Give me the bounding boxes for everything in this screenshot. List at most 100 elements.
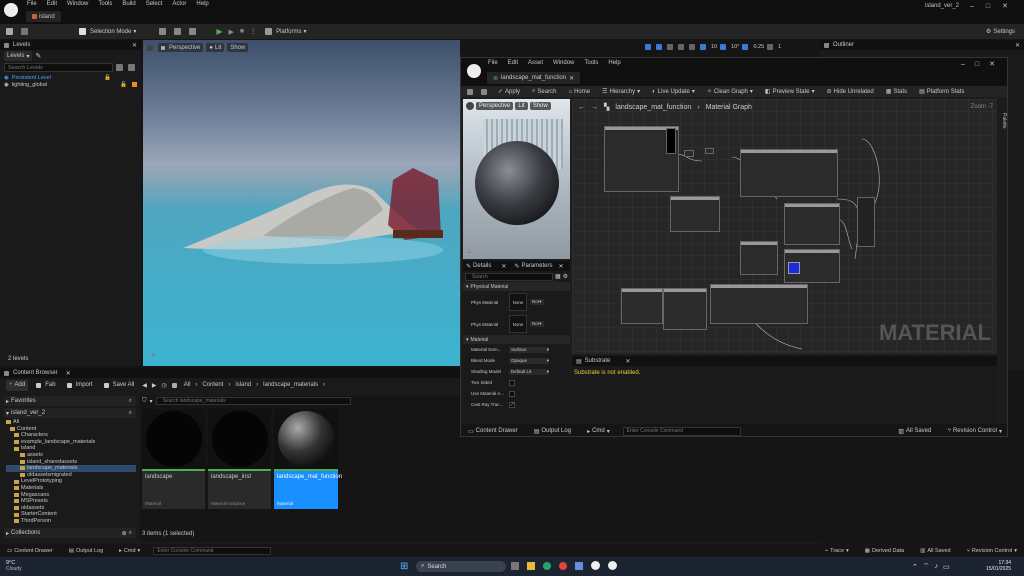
tree-item[interactable]: assets [6, 452, 136, 459]
grid-snap-value[interactable]: 10 [711, 44, 717, 50]
unreal-editor-taskbar-icon[interactable] [608, 561, 617, 570]
browse-icon[interactable] [481, 88, 487, 95]
console-input[interactable] [622, 426, 741, 436]
close-icon[interactable]: ✕ [501, 263, 506, 270]
save-icon[interactable] [467, 88, 473, 95]
revision-control-button[interactable]: ⑂ Revision Control ▾ [944, 426, 1005, 436]
camera-speed-value[interactable]: 1 [778, 44, 781, 50]
tree-item[interactable]: Megascans [6, 492, 136, 499]
level-viewport[interactable]: Perspective ● Lit Show ⊥ [143, 40, 460, 366]
apply-button[interactable]: ✓ Apply [495, 87, 523, 97]
lock-icon[interactable]: 🔓 [104, 75, 111, 82]
lock-icon[interactable]: 🔓 [120, 82, 127, 89]
clean-graph-button[interactable]: ✧ Clean Graph ▾ [704, 87, 756, 97]
two-sided-checkbox[interactable] [509, 379, 515, 386]
camera-speed-icon[interactable] [767, 44, 774, 50]
step-icon[interactable]: ▶ [229, 28, 234, 36]
viewport-menu-icon[interactable] [466, 102, 474, 110]
filter-icon[interactable]: ⛉ [142, 398, 147, 405]
save-all-button[interactable]: Save All [101, 380, 138, 390]
blueprint-icon[interactable] [174, 28, 182, 35]
tree-item[interactable]: Content [6, 426, 136, 433]
graph-node-group[interactable] [740, 149, 838, 197]
fab-button[interactable]: Fab [33, 380, 58, 390]
asset-tile[interactable]: landscape_inst Material Instance [208, 409, 271, 509]
me-menu-file[interactable]: File [488, 60, 498, 66]
search-icon[interactable]: ⌕ [129, 530, 132, 537]
settings-icon[interactable] [128, 64, 135, 71]
cmd-dropdown[interactable]: ▸ Cmd ▾ [584, 426, 613, 436]
edge-icon[interactable] [543, 561, 551, 570]
back-icon[interactable]: ◀ [142, 382, 147, 389]
chrome-icon[interactable] [559, 561, 567, 570]
content-drawer-button[interactable]: ▭ Content Drawer [4, 546, 56, 556]
tree-item[interactable]: Materials [6, 485, 136, 492]
battery-icon[interactable]: ▭ [943, 563, 950, 571]
tree-item[interactable]: island_sharedassets [6, 459, 136, 466]
history-icon[interactable]: ◷ [162, 382, 167, 389]
scale-icon[interactable] [678, 44, 684, 50]
all-saved-indicator[interactable]: ▥ All Saved [917, 546, 953, 556]
close-icon[interactable]: ✕ [989, 60, 995, 68]
output-log-button[interactable]: ▤ Output Log [66, 546, 106, 556]
search-button[interactable]: ⌕ Search [529, 87, 559, 97]
windows-start-icon[interactable]: ⊞ [400, 561, 408, 572]
close-icon[interactable]: ✕ [132, 42, 137, 49]
hide-unrelated-button[interactable]: ⊘ Hide Unrelated [824, 87, 877, 97]
close-icon[interactable]: ✕ [569, 75, 574, 82]
content-drawer-button[interactable]: ▭ Content Drawer [465, 426, 521, 436]
all-saved-indicator[interactable]: ▥ All Saved [895, 426, 934, 436]
volume-icon[interactable]: ♪ [934, 563, 938, 570]
material-result-node[interactable] [857, 197, 875, 247]
graph-node-group[interactable] [710, 284, 808, 324]
graph-node[interactable] [670, 196, 720, 232]
phys-material-dropdown[interactable]: Nor▾ [530, 299, 544, 305]
collections-header[interactable]: ▸ Collections ⊕ ⌕ [4, 528, 136, 538]
output-log-button[interactable]: ▤ Output Log [531, 426, 574, 436]
stats-button[interactable]: ▦ Stats [883, 87, 910, 97]
favorites-header[interactable]: ▸ Favorites ⌕ [4, 396, 136, 406]
preview-perspective-button[interactable]: Perspective [476, 102, 514, 110]
menu-edit[interactable]: Edit [47, 1, 57, 7]
more-icon[interactable]: ⋮ [250, 28, 256, 35]
graph-node[interactable] [705, 148, 714, 154]
file-explorer-icon[interactable] [527, 561, 535, 570]
angle-snap-icon[interactable] [720, 44, 727, 50]
gear-icon[interactable]: ⚙ [563, 273, 568, 280]
minimize-icon[interactable]: – [970, 3, 974, 10]
material-preview-viewport[interactable]: Perspective Lit Show ⊥ [463, 99, 570, 259]
photos-icon[interactable] [575, 561, 583, 570]
material-section[interactable]: ▾ Material [463, 335, 570, 344]
graph-node[interactable] [663, 288, 707, 330]
graph-node[interactable] [666, 128, 676, 154]
viewport-menu-icon[interactable] [147, 44, 153, 51]
preview-lit-button[interactable]: Lit [515, 102, 528, 110]
levels-search-input[interactable] [4, 63, 113, 72]
world-icon[interactable] [689, 44, 695, 50]
material-domain-dropdown[interactable]: Surface ▾ [509, 346, 549, 353]
use-material-attributes-checkbox[interactable] [509, 390, 515, 397]
chevron-down-icon[interactable]: ▾ [150, 398, 153, 405]
asset-search-input[interactable] [155, 397, 351, 405]
me-menu-asset[interactable]: Asset [528, 60, 543, 66]
phys-material-dropdown[interactable]: Nor▾ [530, 321, 544, 327]
menu-select[interactable]: Select [146, 1, 163, 7]
level-color-swatch[interactable] [132, 82, 137, 88]
graph-node[interactable] [740, 241, 778, 275]
details-search-input[interactable] [465, 272, 553, 281]
tree-item[interactable]: Characters [6, 432, 136, 439]
save-icon[interactable] [6, 28, 13, 35]
graph-node[interactable] [784, 203, 840, 245]
wifi-icon[interactable]: ⌔ [923, 562, 930, 571]
tree-item[interactable]: oldassets [6, 505, 136, 512]
outliner-tab[interactable]: Outliner [833, 42, 854, 48]
preview-show-button[interactable]: Show [529, 102, 551, 110]
graph-node[interactable] [621, 288, 663, 324]
tree-item[interactable]: MSPresets [6, 498, 136, 505]
add-icon[interactable]: ⊕ [122, 530, 127, 537]
levels-tab[interactable]: Levels [13, 42, 30, 48]
lit-button[interactable]: ● Lit [206, 43, 225, 52]
close-icon[interactable]: ✕ [1002, 2, 1008, 10]
eye-icon[interactable]: ◉ [4, 82, 9, 89]
scale-snap-icon[interactable] [742, 44, 749, 50]
